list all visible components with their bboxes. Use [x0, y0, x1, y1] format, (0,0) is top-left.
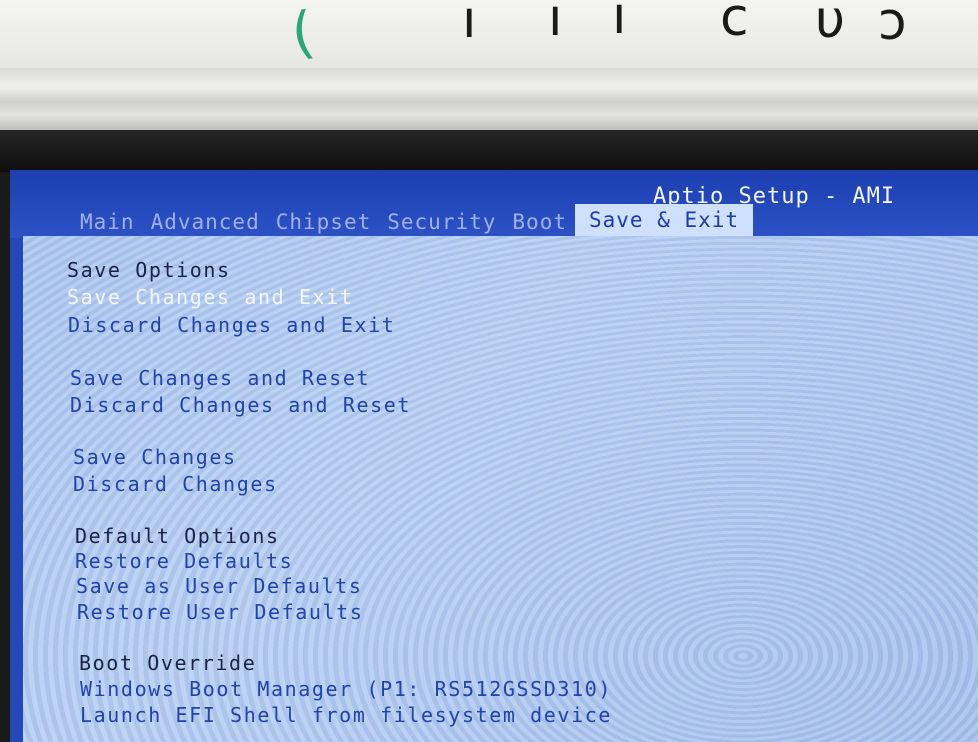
marker-scribble: ı: [462, 0, 477, 50]
menu-item-discard-changes[interactable]: Discard Changes: [73, 472, 278, 496]
menu-item-save-changes-and-exit[interactable]: Save Changes and Exit: [67, 285, 353, 309]
bios-screen: Aptio Setup - AMI Main Advanced Chipset …: [10, 170, 978, 742]
monitor-bezel: [0, 130, 978, 172]
menu-item-restore-defaults[interactable]: Restore Defaults: [75, 549, 293, 573]
bios-header: Aptio Setup - AMI Main Advanced Chipset …: [10, 170, 978, 238]
marker-scribble: c: [720, 0, 749, 48]
tab-bar: Main Advanced Chipset Security Boot Save…: [72, 204, 754, 238]
marker-scribble: ı: [612, 0, 627, 46]
menu-item-restore-user-defaults[interactable]: Restore User Defaults: [77, 600, 363, 624]
menu-item-discard-changes-and-exit[interactable]: Discard Changes and Exit: [68, 313, 395, 337]
marker-scribble: ı: [548, 0, 563, 48]
menu-item-windows-boot-manager[interactable]: Windows Boot Manager (P1: RS512GSSD310): [80, 677, 612, 701]
options-panel: Save Options Save Changes and Exit Disca…: [20, 236, 978, 742]
menu-item-save-changes[interactable]: Save Changes: [73, 445, 237, 469]
tab-main[interactable]: Main: [72, 210, 143, 238]
section-heading-boot-override: Boot Override: [79, 651, 257, 675]
marker-scribble: (: [287, 0, 319, 68]
menu-item-save-changes-and-reset[interactable]: Save Changes and Reset: [70, 366, 370, 390]
whiteboard-tray: [0, 68, 978, 132]
section-heading-default-options: Default Options: [75, 524, 280, 548]
tab-chipset[interactable]: Chipset: [268, 210, 380, 238]
tab-advanced[interactable]: Advanced: [143, 210, 268, 238]
menu-item-launch-efi-shell[interactable]: Launch EFI Shell from filesystem device: [80, 703, 612, 727]
marker-scribble: ɔ: [878, 0, 907, 52]
tab-security[interactable]: Security: [379, 210, 504, 238]
tab-boot[interactable]: Boot: [504, 210, 575, 238]
whiteboard-background: ( ı ı ı c υ ɔ: [0, 0, 978, 70]
section-heading-save-options: Save Options: [67, 258, 231, 282]
marker-scribble: υ: [815, 0, 846, 50]
tab-save-and-exit[interactable]: Save & Exit: [574, 204, 754, 238]
menu-item-discard-changes-and-reset[interactable]: Discard Changes and Reset: [70, 393, 411, 417]
menu-item-save-as-user-defaults[interactable]: Save as User Defaults: [76, 574, 362, 598]
